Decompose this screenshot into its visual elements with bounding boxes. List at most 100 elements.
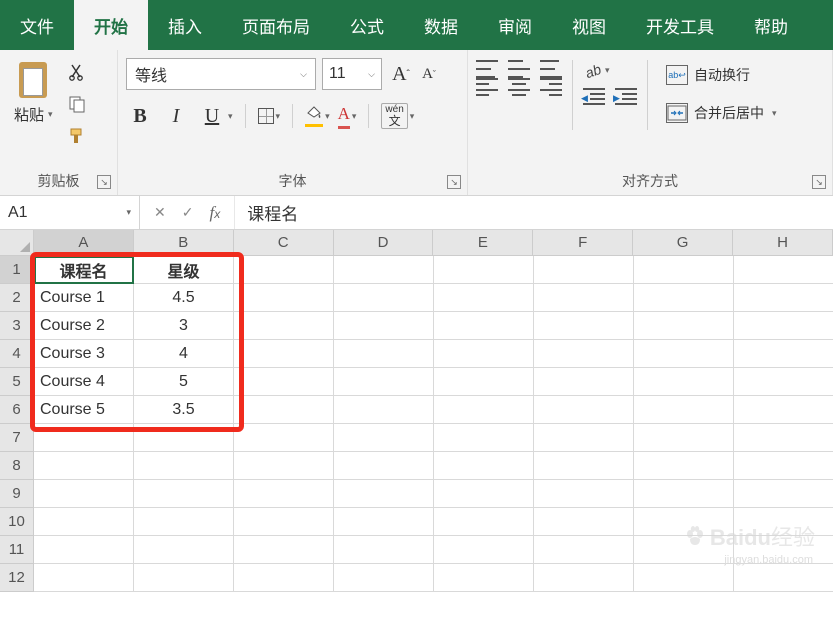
underline-button[interactable]: U▾ <box>198 102 233 130</box>
cell[interactable] <box>334 396 434 424</box>
cell[interactable] <box>434 536 534 564</box>
cell-A5[interactable]: Course 4 <box>34 368 134 396</box>
italic-button[interactable]: I <box>162 102 190 130</box>
row-header[interactable]: 8 <box>0 452 34 480</box>
cell[interactable] <box>334 340 434 368</box>
cell[interactable] <box>634 508 734 536</box>
cell[interactable] <box>434 452 534 480</box>
cell[interactable] <box>634 424 734 452</box>
cell[interactable] <box>434 424 534 452</box>
cell[interactable] <box>234 536 334 564</box>
cell[interactable] <box>734 340 833 368</box>
cell[interactable] <box>634 536 734 564</box>
font-size-select[interactable]: 11 ⌵ <box>322 58 382 90</box>
cell[interactable] <box>534 480 634 508</box>
cell[interactable] <box>334 312 434 340</box>
row-header[interactable]: 3 <box>0 312 34 340</box>
cell[interactable] <box>734 480 833 508</box>
cell[interactable] <box>434 256 534 284</box>
column-header-C[interactable]: C <box>234 230 334 256</box>
row-header[interactable]: 1 <box>0 256 34 284</box>
cell[interactable] <box>334 564 434 592</box>
cell[interactable] <box>634 564 734 592</box>
merge-center-button[interactable]: 合并后居中▾ <box>666 98 777 128</box>
accept-formula-button[interactable]: ✓ <box>182 204 194 221</box>
cell[interactable] <box>334 368 434 396</box>
tab-view[interactable]: 视图 <box>552 0 626 50</box>
select-all-button[interactable] <box>0 230 34 256</box>
font-name-select[interactable]: 等线 ⌵ <box>126 58 316 90</box>
cancel-formula-button[interactable]: ✕ <box>154 204 166 221</box>
bold-button[interactable]: B <box>126 102 154 130</box>
cell[interactable] <box>234 564 334 592</box>
cell[interactable] <box>534 368 634 396</box>
name-box[interactable]: A1 ▾ <box>0 196 140 229</box>
cell[interactable] <box>334 508 434 536</box>
orientation-button[interactable]: ab▾ <box>583 60 637 80</box>
cell[interactable] <box>134 536 234 564</box>
cell[interactable] <box>234 256 334 284</box>
column-header-D[interactable]: D <box>334 230 434 256</box>
cell[interactable] <box>534 452 634 480</box>
cell[interactable] <box>34 508 134 536</box>
column-header-G[interactable]: G <box>633 230 733 256</box>
row-header[interactable]: 7 <box>0 424 34 452</box>
cell[interactable] <box>734 284 833 312</box>
cell[interactable] <box>334 284 434 312</box>
cell[interactable] <box>634 340 734 368</box>
align-middle-button[interactable] <box>508 60 530 78</box>
tab-home[interactable]: 开始 <box>74 0 148 50</box>
cell[interactable] <box>434 480 534 508</box>
cell[interactable] <box>34 452 134 480</box>
cell-A3[interactable]: Course 2 <box>34 312 134 340</box>
cell[interactable] <box>534 536 634 564</box>
formula-bar[interactable]: 课程名 <box>235 196 833 229</box>
tab-formulas[interactable]: 公式 <box>330 0 404 50</box>
row-header[interactable]: 5 <box>0 368 34 396</box>
cell[interactable] <box>634 284 734 312</box>
cell[interactable] <box>234 368 334 396</box>
wrap-text-button[interactable]: ab↩ 自动换行 <box>666 60 777 90</box>
cell[interactable] <box>334 536 434 564</box>
cell[interactable] <box>734 452 833 480</box>
decrease-font-button[interactable]: Aˇ <box>416 60 442 88</box>
cell[interactable] <box>134 480 234 508</box>
clipboard-dialog-launcher[interactable]: ↘ <box>97 175 111 189</box>
align-dialog-launcher[interactable]: ↘ <box>812 175 826 189</box>
cell[interactable] <box>234 284 334 312</box>
decrease-indent-button[interactable]: ◀ <box>583 88 605 106</box>
row-header[interactable]: 11 <box>0 536 34 564</box>
cell[interactable] <box>334 256 434 284</box>
cell-A2[interactable]: Course 1 <box>34 284 134 312</box>
cell[interactable] <box>734 536 833 564</box>
tab-help[interactable]: 帮助 <box>734 0 808 50</box>
row-header[interactable]: 12 <box>0 564 34 592</box>
cell[interactable] <box>134 424 234 452</box>
cell[interactable] <box>734 424 833 452</box>
format-painter-button[interactable] <box>65 124 89 148</box>
increase-font-button[interactable]: Aˆ <box>388 60 414 88</box>
align-center-button[interactable] <box>508 78 530 96</box>
cell[interactable] <box>34 424 134 452</box>
phonetic-button[interactable]: wén文▾ <box>381 103 414 129</box>
align-top-button[interactable] <box>476 60 498 78</box>
fill-color-button[interactable]: ▾ <box>305 105 330 127</box>
font-dialog-launcher[interactable]: ↘ <box>447 175 461 189</box>
cell[interactable] <box>334 480 434 508</box>
cell[interactable] <box>734 256 833 284</box>
cell-A4[interactable]: Course 3 <box>34 340 134 368</box>
cell[interactable] <box>734 564 833 592</box>
cell[interactable] <box>334 424 434 452</box>
cell[interactable] <box>434 340 534 368</box>
cell-B6[interactable]: 3.5 <box>134 396 234 424</box>
cell-B1[interactable]: 星级 <box>134 256 234 284</box>
cut-button[interactable] <box>65 60 89 84</box>
row-header[interactable]: 4 <box>0 340 34 368</box>
tab-dev[interactable]: 开发工具 <box>626 0 734 50</box>
cell[interactable] <box>734 312 833 340</box>
cell[interactable] <box>434 312 534 340</box>
row-header[interactable]: 2 <box>0 284 34 312</box>
increase-indent-button[interactable]: ▶ <box>615 88 637 106</box>
cell[interactable] <box>34 536 134 564</box>
row-header[interactable]: 6 <box>0 396 34 424</box>
